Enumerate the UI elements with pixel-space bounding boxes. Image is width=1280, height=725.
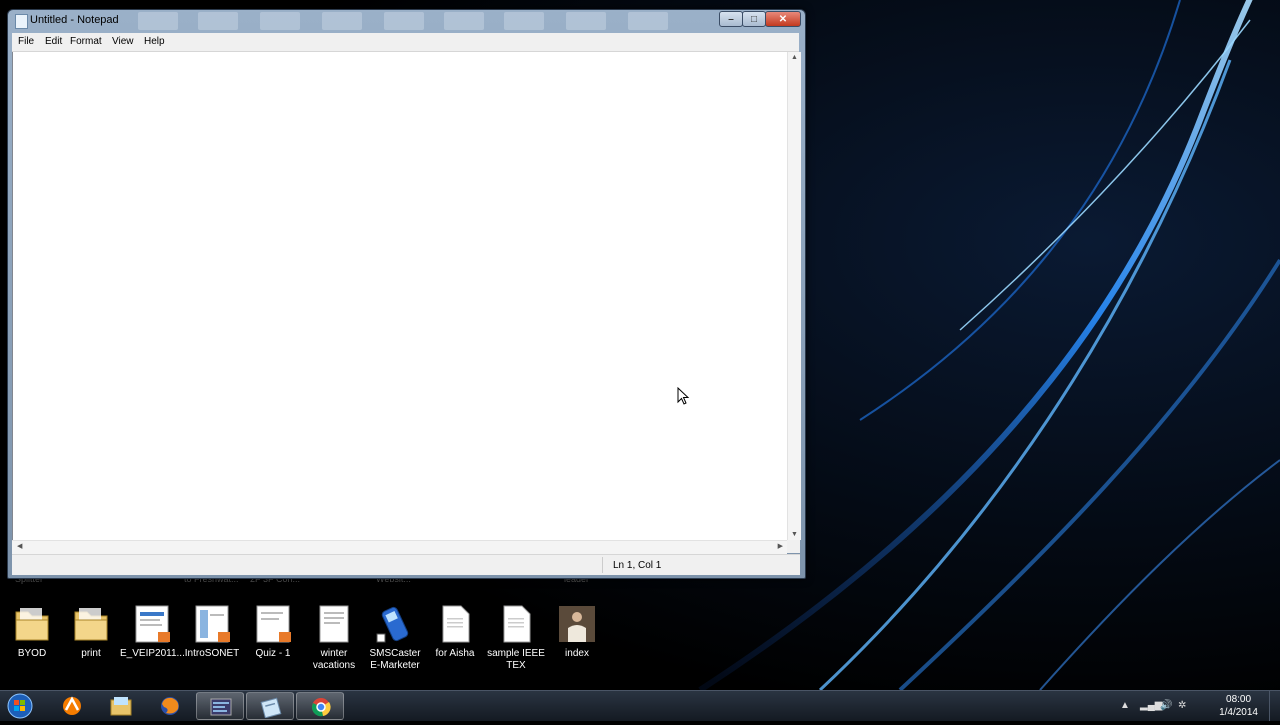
desktop-icon-print[interactable]: print xyxy=(59,602,123,660)
close-icon: ✕ xyxy=(778,13,788,25)
status-bar: Ln 1, Col 1 xyxy=(12,554,800,575)
desktop-icon-byod[interactable]: BYOD xyxy=(0,602,64,660)
desktop-icon-label: BYOD xyxy=(17,648,47,659)
aero-glass-reflection xyxy=(138,12,698,30)
file-explorer-icon xyxy=(110,697,132,716)
pdf-document-icon xyxy=(192,604,232,644)
status-divider xyxy=(602,557,603,573)
scroll-up-icon[interactable]: ▲ xyxy=(791,54,798,61)
scroll-down-icon[interactable]: ▼ xyxy=(791,531,798,538)
volume-icon[interactable]: 🔊 xyxy=(1160,700,1172,711)
show-hidden-icons-icon[interactable]: ▲ xyxy=(1120,700,1130,711)
desktop-icon-quiz-1[interactable]: Quiz - 1 xyxy=(241,602,305,660)
text-editor-area[interactable] xyxy=(12,52,788,540)
avast-icon xyxy=(63,696,81,715)
mouse-pointer-icon xyxy=(677,386,691,407)
desktop-icon-index[interactable]: index xyxy=(545,602,609,660)
taskbar-firefox[interactable] xyxy=(146,692,194,720)
folder-icon xyxy=(71,604,111,644)
desktop-icon-label: print xyxy=(81,648,101,659)
start-orb-icon xyxy=(7,693,33,719)
clock-date: 1/4/2014 xyxy=(1219,707,1258,718)
desktop-icon-label: winter vacations xyxy=(312,648,356,671)
system-tray: ▲ ▂▄▆ 🔊 ✲ 08:00 1/4/2014 xyxy=(1120,691,1280,721)
horizontal-scrollbar[interactable]: ◀ ▶ xyxy=(12,540,787,554)
desktop-icon-for-aisha[interactable]: for Aisha xyxy=(423,602,487,660)
maximize-button[interactable]: □ xyxy=(742,11,766,27)
phone-app-icon xyxy=(375,604,415,644)
desktop-icon-smscaster[interactable]: SMSCaster E-Marketer xyxy=(363,602,427,672)
maximize-icon: □ xyxy=(750,13,758,25)
desktop-icons: BYOD print E_VEIP2011... IntroSONET Quiz… xyxy=(0,602,620,688)
desktop-icon-label: SMSCaster E-Marketer xyxy=(369,648,421,671)
menu-help[interactable]: Help xyxy=(144,36,165,47)
bluetooth-sync-icon[interactable]: ✲ xyxy=(1178,700,1186,711)
desktop-icon-label: IntroSONET xyxy=(184,648,240,659)
desktop-icon-label: index xyxy=(565,648,589,659)
desktop-icon-label: Quiz - 1 xyxy=(255,648,291,659)
chrome-icon xyxy=(311,698,331,717)
taskbar-monitor-app[interactable] xyxy=(196,692,244,720)
scrollbar-corner xyxy=(787,540,800,553)
system-clock[interactable]: 08:00 1/4/2014 xyxy=(1219,693,1258,719)
notepad-icon[interactable] xyxy=(15,14,28,29)
menu-file[interactable]: File xyxy=(18,36,34,47)
notepad-window: Untitled - Notepad – □ ✕ File Edit Forma… xyxy=(7,9,806,579)
folder-icon xyxy=(12,604,52,644)
desktop-icon-introsonet[interactable]: IntroSONET xyxy=(180,602,244,660)
menu-bar: File Edit Format View Help xyxy=(12,33,799,52)
start-button[interactable] xyxy=(4,692,36,720)
document-icon xyxy=(314,604,354,644)
taskbar-explorer[interactable] xyxy=(97,692,145,720)
menu-edit[interactable]: Edit xyxy=(45,36,62,47)
taskbar-chrome[interactable] xyxy=(296,692,344,720)
title-bar[interactable]: Untitled - Notepad – □ ✕ xyxy=(8,10,805,32)
desktop-icon-label: for Aisha xyxy=(435,648,475,659)
clock-time: 08:00 xyxy=(1226,694,1252,705)
cursor-position: Ln 1, Col 1 xyxy=(613,560,662,571)
notepad-icon xyxy=(260,697,282,718)
minimize-icon: – xyxy=(728,13,734,25)
image-thumbnail-icon xyxy=(557,604,597,644)
desktop-icon-label: E_VEIP2011... xyxy=(120,648,185,659)
pdf-document-icon xyxy=(132,604,172,644)
text-file-icon xyxy=(496,604,536,644)
taskbar-notepad[interactable] xyxy=(246,692,294,720)
scroll-right-icon[interactable]: ▶ xyxy=(778,542,783,550)
show-desktop-button[interactable] xyxy=(1269,691,1280,721)
text-file-icon xyxy=(435,604,475,644)
minimize-button[interactable]: – xyxy=(719,11,743,27)
taskbar-avast[interactable] xyxy=(48,692,96,720)
monitor-app-icon xyxy=(210,698,232,716)
close-button[interactable]: ✕ xyxy=(765,11,801,27)
taskbar: ▲ ▂▄▆ 🔊 ✲ 08:00 1/4/2014 xyxy=(0,690,1280,721)
desktop-icon-e-veip[interactable]: E_VEIP2011... xyxy=(120,602,185,660)
firefox-icon xyxy=(161,697,179,715)
desktop-icon-winter-vacations[interactable]: winter vacations xyxy=(302,602,366,672)
desktop-icon-sample-ieee-tex[interactable]: sample IEEE TEX xyxy=(484,602,548,672)
desktop-icon-label: sample IEEE TEX xyxy=(487,648,545,671)
window-title: Untitled - Notepad xyxy=(30,14,119,26)
vertical-scrollbar[interactable]: ▲ ▼ xyxy=(787,52,801,540)
menu-format[interactable]: Format xyxy=(70,36,102,47)
menu-view[interactable]: View xyxy=(112,36,134,47)
scroll-left-icon[interactable]: ◀ xyxy=(17,542,22,550)
pdf-document-icon xyxy=(253,604,293,644)
